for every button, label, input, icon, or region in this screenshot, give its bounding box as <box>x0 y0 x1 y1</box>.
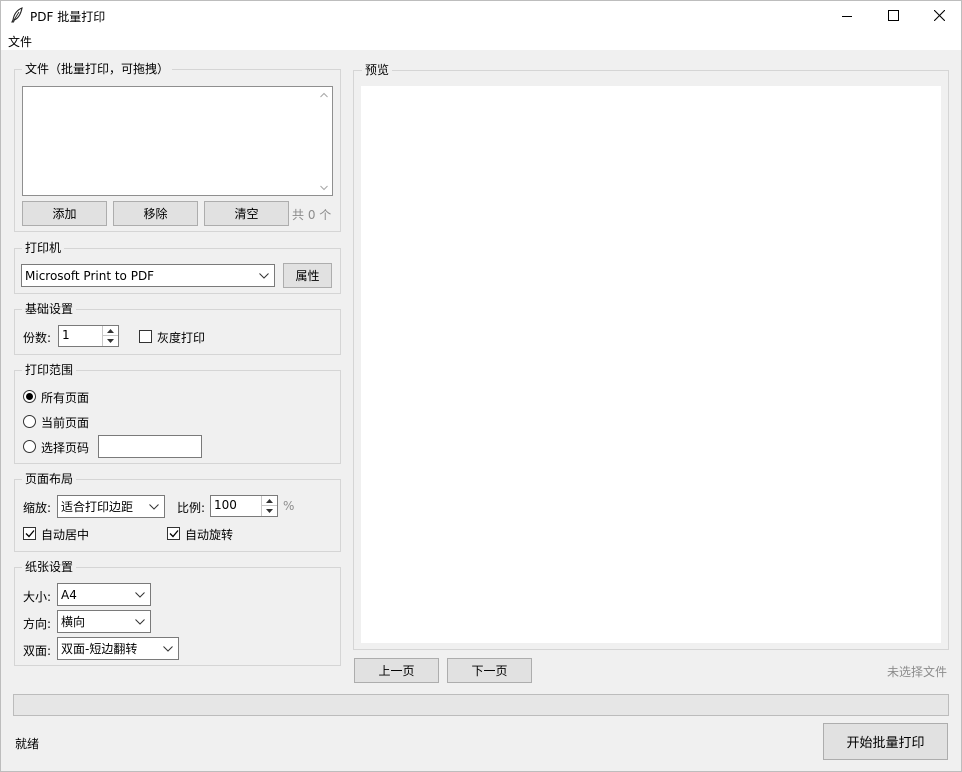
maximize-button[interactable] <box>870 0 916 31</box>
minimize-icon <box>842 15 852 17</box>
menu-bar <box>0 31 962 50</box>
range-all-radio[interactable] <box>23 390 36 403</box>
file-list-scrollbar[interactable] <box>316 87 332 195</box>
scale-label: 缩放: <box>23 501 52 515</box>
auto-rotate-label: 自动旋转 <box>185 528 234 542</box>
basic-settings-group-title: 基础设置 <box>22 302 77 316</box>
file-count: 共 0 个 <box>292 208 332 222</box>
printer-group-title: 打印机 <box>22 241 65 255</box>
page-layout-group-title: 页面布局 <box>22 472 77 486</box>
spin-up-button[interactable] <box>102 326 118 336</box>
maximize-icon <box>887 10 899 21</box>
paper-size-select[interactable]: A4 <box>57 583 151 606</box>
paper-settings-group-title: 纸张设置 <box>22 560 77 574</box>
arrow-down-icon <box>107 339 114 343</box>
chevron-down-icon <box>135 591 145 598</box>
file-listbox[interactable] <box>22 86 333 196</box>
grayscale-label: 灰度打印 <box>157 331 206 345</box>
close-icon <box>933 10 945 21</box>
chevron-down-icon <box>149 503 159 510</box>
percent-label: % <box>283 499 295 513</box>
scale-select-value: 适合打印边距 <box>61 500 134 514</box>
feather-icon <box>11 7 23 23</box>
auto-rotate-checkbox[interactable] <box>167 527 180 540</box>
ratio-value: 100 <box>214 498 237 512</box>
progress-bar <box>13 694 949 716</box>
arrow-down-icon <box>266 509 273 513</box>
ratio-spinbox[interactable]: 100 <box>210 495 278 517</box>
title-bar <box>0 0 962 31</box>
orientation-label: 方向: <box>23 617 52 631</box>
duplex-value: 双面-短边翻转 <box>61 642 138 656</box>
prev-page-button[interactable]: 上一页 <box>354 658 439 683</box>
clear-button[interactable]: 清空 <box>204 201 289 226</box>
paper-size-label: 大小: <box>23 590 52 604</box>
files-group-title: 文件（批量打印，可拖拽） <box>22 62 173 76</box>
duplex-label: 双面: <box>23 644 52 658</box>
page-range-input[interactable] <box>98 435 202 458</box>
scroll-up-icon[interactable] <box>320 92 328 98</box>
range-current-radio[interactable] <box>23 415 36 428</box>
orientation-select[interactable]: 横向 <box>57 610 151 633</box>
add-button[interactable]: 添加 <box>22 201 107 226</box>
spin-up-button[interactable] <box>261 496 277 506</box>
chevron-down-icon <box>135 618 145 625</box>
preview-status: 未选择文件 <box>887 665 948 679</box>
close-button[interactable] <box>916 0 962 31</box>
window-title: PDF 批量打印 <box>30 10 106 24</box>
chevron-down-icon <box>259 272 269 279</box>
chevron-down-icon <box>163 645 173 652</box>
paper-size-value: A4 <box>61 587 77 602</box>
spin-down-button[interactable] <box>102 336 118 346</box>
print-range-group-title: 打印范围 <box>22 363 77 377</box>
copies-spinbox[interactable]: 1 <box>58 325 119 347</box>
radio-selected-dot <box>26 393 33 400</box>
checkmark-icon <box>169 530 178 538</box>
range-select-radio[interactable] <box>23 440 36 453</box>
status-text: 就绪 <box>15 737 40 751</box>
arrow-up-icon <box>266 498 273 503</box>
copies-label: 份数: <box>23 331 52 345</box>
range-all-label: 所有页面 <box>41 391 90 405</box>
checkmark-icon <box>25 530 34 538</box>
grayscale-checkbox[interactable] <box>139 330 152 343</box>
minimize-button[interactable] <box>824 0 870 31</box>
menu-item-file[interactable]: 文件 <box>8 33 32 50</box>
scroll-down-icon[interactable] <box>320 185 328 191</box>
duplex-select[interactable]: 双面-短边翻转 <box>57 637 179 660</box>
printer-select[interactable]: Microsoft Print to PDF <box>21 264 275 287</box>
ratio-label: 比例: <box>177 501 206 515</box>
orientation-value: 横向 <box>61 615 86 629</box>
spin-down-button[interactable] <box>261 506 277 516</box>
range-select-label: 选择页码 <box>41 441 90 455</box>
printer-properties-button[interactable]: 属性 <box>283 263 332 288</box>
remove-button[interactable]: 移除 <box>113 201 198 226</box>
next-page-button[interactable]: 下一页 <box>447 658 532 683</box>
copies-value: 1 <box>62 328 70 342</box>
preview-group-title: 预览 <box>362 63 393 77</box>
range-current-label: 当前页面 <box>41 416 90 430</box>
preview-canvas[interactable] <box>361 86 941 643</box>
arrow-up-icon <box>107 328 114 333</box>
auto-center-label: 自动居中 <box>41 528 90 542</box>
printer-select-value: Microsoft Print to PDF <box>25 268 155 283</box>
scale-select[interactable]: 适合打印边距 <box>57 495 165 518</box>
start-batch-print-button[interactable]: 开始批量打印 <box>823 723 948 760</box>
auto-center-checkbox[interactable] <box>23 527 36 540</box>
